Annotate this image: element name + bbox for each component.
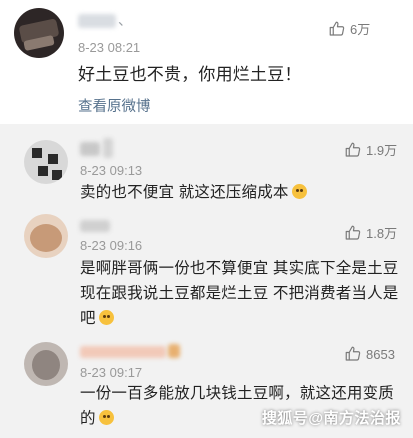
like-count: 1.8万 — [366, 226, 398, 241]
like-count: 1.9万 — [366, 143, 398, 158]
pleading-emoji — [98, 310, 114, 325]
reply-line: 现在跟我说土豆都是烂土豆 不把消费者当人是 — [80, 285, 399, 302]
timestamp: 8-23 08:21 — [78, 40, 141, 55]
username-redacted[interactable] — [80, 346, 166, 358]
reply-line: 是啊胖哥俩一份也不算便宜 其实底下全是土豆 — [80, 260, 399, 277]
thumbs-up-icon — [345, 142, 361, 157]
like-count: 8653 — [366, 346, 395, 362]
username-suffix: 、 — [118, 12, 132, 28]
like-button[interactable]: 8653 — [344, 345, 395, 363]
avatar[interactable] — [24, 214, 68, 258]
username-redacted[interactable] — [80, 142, 100, 156]
reply-text: 卖的也不便宜 就这还压缩成本 — [80, 180, 307, 205]
thumbs-up-icon — [329, 21, 345, 36]
like-button[interactable]: 1.8万 — [344, 223, 397, 242]
timestamp: 8-23 09:16 — [80, 238, 143, 253]
username-redacted[interactable] — [78, 14, 116, 28]
thumbs-up-icon — [345, 225, 361, 240]
timestamp: 8-23 09:13 — [80, 163, 143, 178]
like-count: 6万 — [350, 22, 371, 37]
watermark: 搜狐号@南方法治报 — [261, 410, 401, 427]
reply-text: 是啊胖哥俩一份也不算便宜 其实底下全是土豆 现在跟我说土豆都是烂土豆 不把消费者… — [80, 256, 399, 331]
vomit-emoji — [98, 410, 114, 425]
avatar[interactable] — [14, 8, 64, 58]
username-redacted[interactable] — [103, 138, 113, 158]
avatar[interactable] — [24, 342, 68, 386]
view-original-link[interactable]: 查看原微博 — [78, 95, 151, 116]
like-button[interactable]: 6万 — [328, 19, 370, 38]
reply-line: 卖的也不便宜 就这还压缩成本 — [80, 184, 289, 201]
reply-line: 吧 — [80, 310, 96, 327]
grinning-emoji — [291, 184, 307, 199]
avatar[interactable] — [24, 140, 68, 184]
comment-text: 好土豆也不贵，你用烂土豆！ — [78, 65, 302, 84]
username-redacted[interactable] — [80, 220, 110, 232]
reply-line: 一份一百多能放几块钱土豆啊，就这还用变质 — [80, 385, 395, 402]
like-button[interactable]: 1.9万 — [344, 140, 397, 159]
thumbs-up-icon — [345, 346, 361, 361]
reply-line: 的 — [80, 410, 96, 427]
timestamp: 8-23 09:17 — [80, 365, 143, 380]
username-redacted[interactable] — [168, 344, 180, 358]
